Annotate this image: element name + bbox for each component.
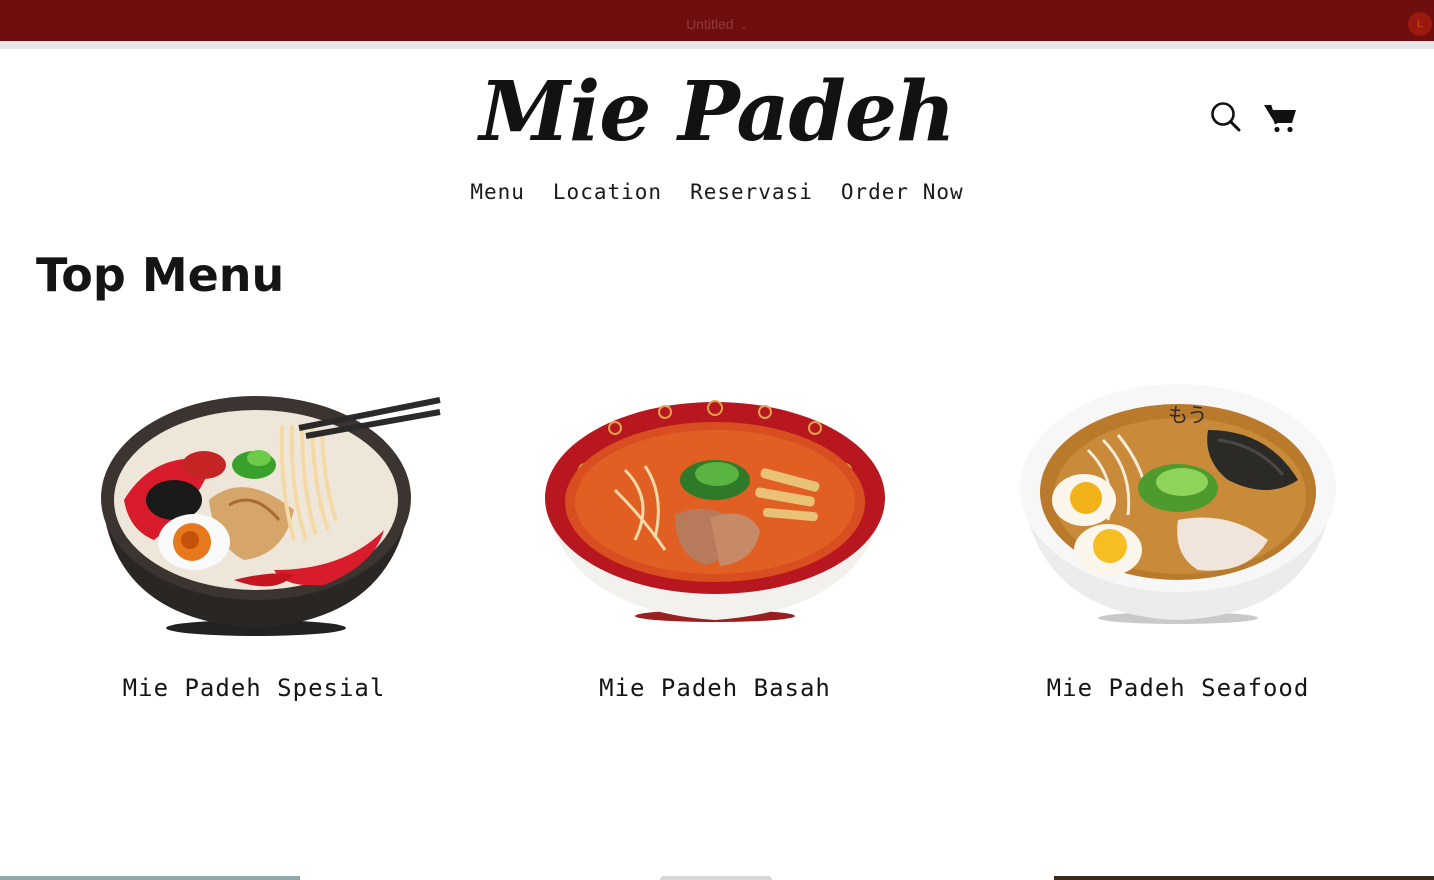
nav-item-order-now[interactable]: Order Now	[841, 180, 964, 204]
main-nav: Menu Location Reservasi Order Now	[0, 180, 1434, 204]
menu-card-title: Mie Padeh Seafood	[1046, 676, 1310, 702]
ramen-bowl-white-image: もう	[1020, 384, 1336, 624]
titlebar-divider	[0, 41, 1434, 49]
chevron-down-icon: ⌄	[739, 21, 748, 32]
menu-card-title: Mie Padeh Basah	[599, 676, 831, 702]
cart-icon[interactable]	[1263, 100, 1297, 134]
ramen-bowl-red-image	[545, 400, 885, 622]
menu-card[interactable]: Mie Padeh Spesial	[44, 370, 464, 730]
menu-card-title: Mie Padeh Spesial	[122, 676, 386, 702]
next-row-preview	[0, 876, 1434, 880]
menu-card[interactable]: Mie Padeh Basah	[505, 370, 925, 730]
user-avatar[interactable]: L	[1408, 12, 1432, 36]
svg-text:もう: もう	[1168, 403, 1207, 427]
search-icon[interactable]	[1209, 100, 1243, 134]
section-title: Top Menu	[36, 248, 285, 302]
document-title: Untitled	[686, 16, 734, 32]
nav-item-location[interactable]: Location	[553, 180, 662, 204]
window-titlebar: Untitled ⌄ L	[0, 0, 1434, 41]
ramen-bowl-dark-image	[101, 396, 441, 636]
next-card-image-left	[0, 876, 300, 880]
menu-card[interactable]: もう Mie Padeh Seafood	[968, 370, 1388, 730]
nav-item-reservasi[interactable]: Reservasi	[690, 180, 813, 204]
document-title-dropdown[interactable]: Untitled ⌄	[0, 16, 1434, 32]
header-actions	[1209, 100, 1297, 134]
next-card-image-right	[1054, 876, 1434, 880]
scroll-indicator[interactable]	[660, 876, 772, 880]
nav-item-menu[interactable]: Menu	[470, 180, 525, 204]
